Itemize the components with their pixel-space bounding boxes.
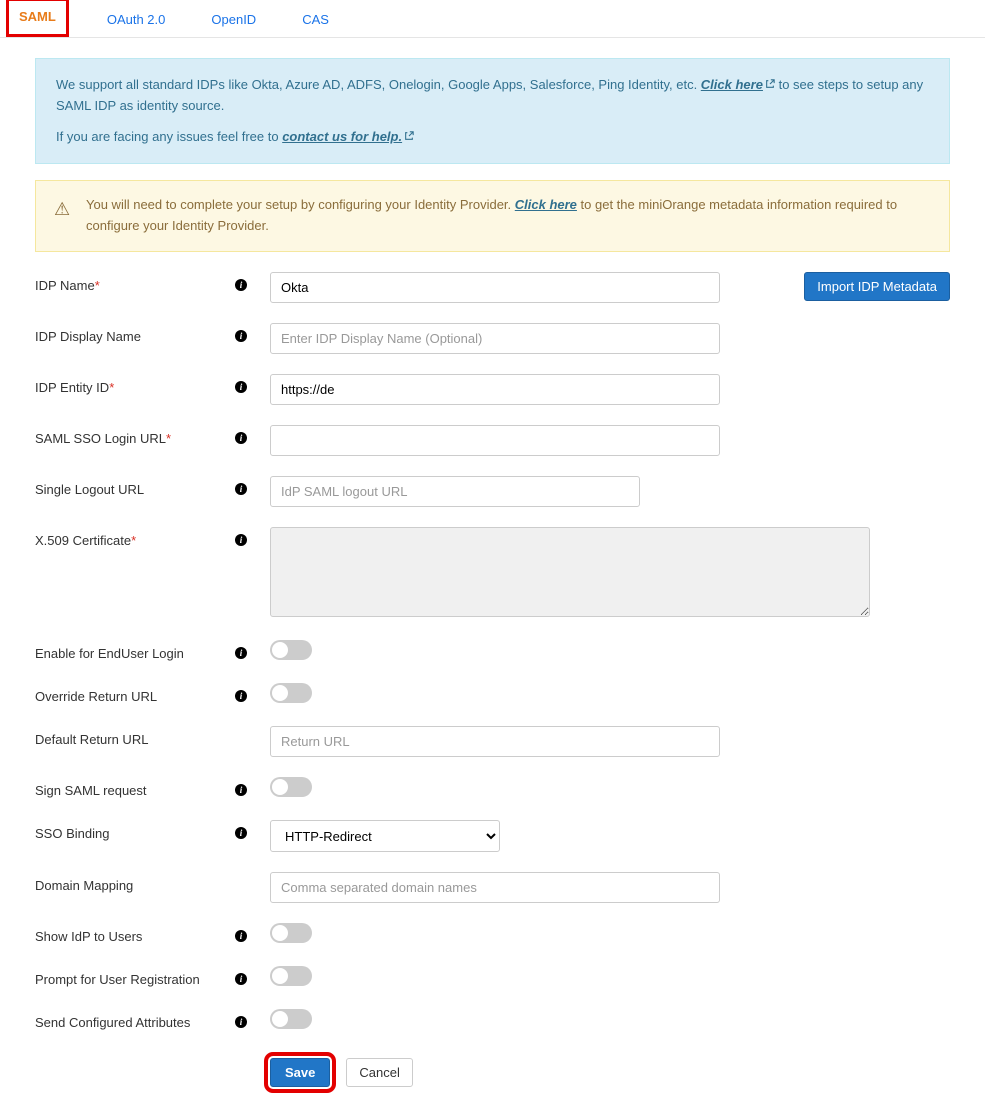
label-show-idp: Show IdP to Users xyxy=(35,923,235,944)
external-link-icon xyxy=(404,127,414,137)
tab-saml[interactable]: SAML xyxy=(6,0,69,37)
label-idp-entity: IDP Entity ID* xyxy=(35,374,235,395)
label-slo-url: Single Logout URL xyxy=(35,476,235,497)
warn-banner: ⚠ You will need to complete your setup b… xyxy=(35,180,950,252)
prompt-reg-toggle[interactable] xyxy=(270,966,312,986)
info-banner: We support all standard IDPs like Okta, … xyxy=(35,58,950,164)
sso-url-input[interactable] xyxy=(270,425,720,456)
info-icon[interactable]: i xyxy=(235,1016,247,1028)
label-default-return: Default Return URL xyxy=(35,726,235,747)
import-metadata-button[interactable]: Import IDP Metadata xyxy=(804,272,950,301)
label-sso-url: SAML SSO Login URL* xyxy=(35,425,235,446)
label-enable-enduser: Enable for EndUser Login xyxy=(35,640,235,661)
send-attrs-toggle[interactable] xyxy=(270,1009,312,1029)
label-override-return: Override Return URL xyxy=(35,683,235,704)
info-icon[interactable]: i xyxy=(235,930,247,942)
label-sign-request: Sign SAML request xyxy=(35,777,235,798)
domain-mapping-input[interactable] xyxy=(270,872,720,903)
slo-url-input[interactable] xyxy=(270,476,640,507)
idp-display-input[interactable] xyxy=(270,323,720,354)
save-button[interactable]: Save xyxy=(270,1058,330,1087)
label-sso-binding: SSO Binding xyxy=(35,820,235,841)
label-send-attrs: Send Configured Attributes xyxy=(35,1009,235,1030)
label-idp-display: IDP Display Name xyxy=(35,323,235,344)
idp-entity-input[interactable] xyxy=(270,374,720,405)
tab-openid[interactable]: OpenID xyxy=(203,2,264,37)
default-return-input[interactable] xyxy=(270,726,720,757)
info-icon[interactable]: i xyxy=(235,827,247,839)
info-text-1: We support all standard IDPs like Okta, … xyxy=(56,77,701,92)
click-here-link-2[interactable]: Click here xyxy=(515,197,577,212)
info-icon[interactable]: i xyxy=(235,432,247,444)
click-here-link-1[interactable]: Click here xyxy=(701,77,775,92)
idp-name-input[interactable] xyxy=(270,272,720,303)
override-return-toggle[interactable] xyxy=(270,683,312,703)
cancel-button[interactable]: Cancel xyxy=(346,1058,412,1087)
tabs-bar: SAML OAuth 2.0 OpenID CAS xyxy=(0,2,985,38)
tab-oauth[interactable]: OAuth 2.0 xyxy=(99,2,174,37)
info-icon[interactable]: i xyxy=(235,483,247,495)
info-icon[interactable]: i xyxy=(235,279,247,291)
label-prompt-reg: Prompt for User Registration xyxy=(35,966,235,987)
sso-binding-select[interactable]: HTTP-Redirect xyxy=(270,820,500,852)
external-link-icon xyxy=(765,75,775,85)
info-text-3: If you are facing any issues feel free t… xyxy=(56,129,282,144)
actions-row: Save Cancel xyxy=(35,1058,950,1087)
info-icon[interactable]: i xyxy=(235,647,247,659)
info-icon[interactable]: i xyxy=(235,690,247,702)
show-idp-toggle[interactable] xyxy=(270,923,312,943)
info-icon[interactable]: i xyxy=(235,534,247,546)
info-icon[interactable]: i xyxy=(235,973,247,985)
contact-link[interactable]: contact us for help. xyxy=(282,129,414,144)
label-domain-mapping: Domain Mapping xyxy=(35,872,235,893)
info-icon[interactable]: i xyxy=(235,330,247,342)
sign-request-toggle[interactable] xyxy=(270,777,312,797)
tab-cas[interactable]: CAS xyxy=(294,2,337,37)
cert-textarea[interactable] xyxy=(270,527,870,617)
info-icon[interactable]: i xyxy=(235,784,247,796)
enable-enduser-toggle[interactable] xyxy=(270,640,312,660)
info-icon[interactable]: i xyxy=(235,381,247,393)
warn-text-1: You will need to complete your setup by … xyxy=(86,197,515,212)
label-idp-name: IDP Name* xyxy=(35,272,235,293)
warning-icon: ⚠ xyxy=(54,195,70,224)
label-cert: X.509 Certificate* xyxy=(35,527,235,548)
